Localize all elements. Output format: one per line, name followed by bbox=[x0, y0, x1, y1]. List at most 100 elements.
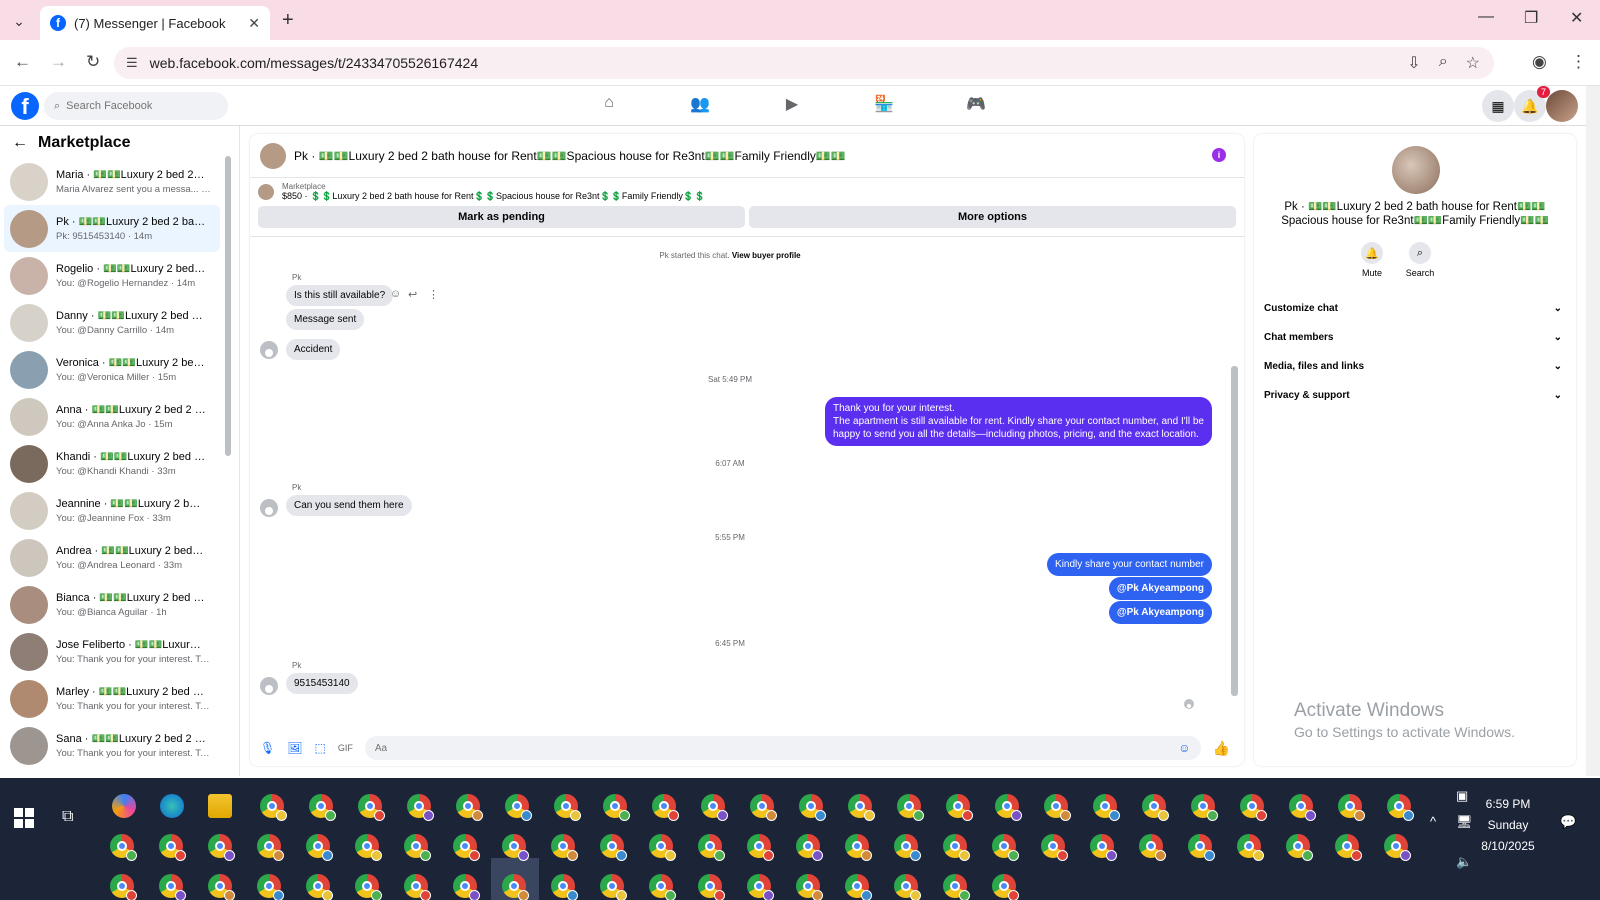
chrome-profile-taskbar-icon[interactable] bbox=[1338, 794, 1365, 821]
chrome-profile-taskbar-icon[interactable] bbox=[796, 874, 823, 900]
chrome-profile-taskbar-icon[interactable] bbox=[1286, 834, 1313, 861]
notifications-bell-icon[interactable]: 🔔 7 bbox=[1514, 86, 1550, 122]
chrome-profile-taskbar-icon[interactable] bbox=[1041, 834, 1068, 861]
chrome-profile-taskbar-icon[interactable] bbox=[260, 794, 287, 821]
panel-menu-item[interactable]: Chat members ⌄ bbox=[1264, 323, 1570, 352]
chrome-profile-taskbar-icon[interactable] bbox=[1093, 794, 1120, 821]
conversation-item[interactable]: Sana · 💵💵Luxury 2 bed 2 bat... You: Than… bbox=[4, 722, 220, 769]
back-icon[interactable]: ← bbox=[14, 52, 31, 72]
chrome-profile-taskbar-icon[interactable] bbox=[551, 874, 578, 900]
incoming-message[interactable]: Accident bbox=[286, 339, 341, 360]
chrome-profile-taskbar-icon[interactable] bbox=[992, 834, 1019, 861]
site-info-icon[interactable]: ☰ bbox=[126, 55, 138, 71]
chrome-profile-taskbar-icon[interactable] bbox=[750, 794, 777, 821]
back-arrow-icon[interactable]: ← bbox=[12, 134, 28, 152]
conversation-item[interactable]: Pk · 💵💵Luxury 2 bed 2 bath ... Pk: 95154… bbox=[4, 205, 220, 252]
chrome-profile-taskbar-icon[interactable] bbox=[701, 794, 728, 821]
search-icon[interactable]: ⌕ bbox=[1409, 242, 1431, 264]
start-windows-icon[interactable] bbox=[14, 808, 34, 828]
system-clock[interactable]: 6:59 PM Sunday 8/10/2025 bbox=[1468, 794, 1548, 857]
reply-icon[interactable]: ↩ bbox=[408, 288, 417, 301]
chrome-profile-taskbar-icon[interactable] bbox=[1387, 794, 1414, 821]
panel-menu-item[interactable]: Customize chat ⌄ bbox=[1264, 294, 1570, 323]
chrome-profile-taskbar-icon[interactable] bbox=[600, 834, 627, 861]
conversation-item[interactable]: Rogelio · 💵💵Luxury 2 bed 2 ... You: @Rog… bbox=[4, 252, 220, 299]
outgoing-message[interactable]: Thank you for your interest. The apartme… bbox=[825, 397, 1212, 446]
chrome-profile-taskbar-icon[interactable] bbox=[1237, 834, 1264, 861]
minimize-icon[interactable]: — bbox=[1478, 8, 1494, 26]
chrome-profile-taskbar-icon[interactable] bbox=[943, 874, 970, 900]
browser-menu-icon[interactable]: ⋮ bbox=[1570, 52, 1587, 72]
account-avatar[interactable] bbox=[1546, 90, 1578, 122]
chrome-profile-taskbar-icon[interactable] bbox=[1090, 834, 1117, 861]
chrome-profile-taskbar-icon[interactable] bbox=[1335, 834, 1362, 861]
chrome-profile-taskbar-icon[interactable] bbox=[257, 874, 284, 900]
chrome-profile-taskbar-icon[interactable] bbox=[1188, 834, 1215, 861]
chrome-profile-taskbar-icon[interactable] bbox=[848, 794, 875, 821]
conversation-item[interactable]: Andrea · 💵💵Luxury 2 bed 2 b... You: @And… bbox=[4, 534, 220, 581]
outgoing-message[interactable]: @Pk Akyeampong bbox=[1108, 577, 1212, 600]
chat-scroll-thumb[interactable] bbox=[1231, 366, 1238, 696]
chrome-profile-taskbar-icon[interactable] bbox=[943, 834, 970, 861]
reload-icon[interactable]: ↻ bbox=[86, 52, 100, 72]
menu-grid-icon[interactable]: ▦ bbox=[1482, 90, 1514, 122]
chrome-profile-taskbar-icon[interactable] bbox=[456, 794, 483, 821]
conversation-item[interactable]: Khandi · 💵💵Luxury 2 bed 2 b... You: @Kha… bbox=[4, 440, 220, 487]
thumbs-up-icon[interactable]: 👍 bbox=[1213, 740, 1230, 757]
new-tab-icon[interactable]: + bbox=[282, 9, 294, 32]
conversation-item[interactable]: Marley · 💵💵Luxury 2 bed 2 b... You: Than… bbox=[4, 675, 220, 722]
incoming-message[interactable]: 9515453140 bbox=[286, 673, 358, 694]
facebook-search[interactable]: ⌕ bbox=[44, 92, 228, 120]
chrome-profile-taskbar-icon[interactable] bbox=[1142, 794, 1169, 821]
listing-thumbnail[interactable] bbox=[258, 184, 274, 200]
chrome-profile-taskbar-icon[interactable] bbox=[603, 794, 630, 821]
chat-avatar[interactable] bbox=[260, 142, 286, 169]
incoming-message[interactable]: Message sent bbox=[286, 309, 365, 330]
restore-icon[interactable]: ❐ bbox=[1524, 8, 1538, 28]
chrome-profile-taskbar-icon[interactable] bbox=[652, 794, 679, 821]
page-scrollbar[interactable] bbox=[1586, 86, 1600, 776]
bell-icon[interactable]: 🔔 bbox=[1361, 242, 1383, 264]
conversation-item[interactable]: Maria · 💵💵Luxury 2 bed 2 ba... Maria Alv… bbox=[4, 158, 220, 205]
chrome-profile-taskbar-icon[interactable] bbox=[747, 834, 774, 861]
chrome-profile-taskbar-icon[interactable] bbox=[404, 874, 431, 900]
home-icon[interactable]: ⌂ bbox=[595, 94, 623, 112]
chrome-profile-taskbar-icon[interactable] bbox=[1289, 794, 1316, 821]
facebook-logo-icon[interactable]: f bbox=[11, 92, 39, 120]
info-icon[interactable]: i bbox=[1212, 148, 1226, 162]
chrome-profile-taskbar-icon[interactable] bbox=[159, 834, 186, 861]
mute-action[interactable]: 🔔 Mute bbox=[1352, 242, 1392, 278]
chrome-profile-taskbar-icon[interactable] bbox=[502, 874, 529, 900]
chrome-profile-taskbar-icon[interactable] bbox=[502, 834, 529, 861]
chrome-profile-taskbar-icon[interactable] bbox=[309, 794, 336, 821]
more-icon[interactable]: ⋮ bbox=[428, 288, 439, 301]
chrome-profile-taskbar-icon[interactable] bbox=[551, 834, 578, 861]
url-text[interactable]: web.facebook.com/messages/t/243347055261… bbox=[150, 55, 478, 71]
incoming-message[interactable]: Can you send them here bbox=[286, 495, 412, 516]
chrome-profile-taskbar-icon[interactable] bbox=[453, 834, 480, 861]
chrome-profile-taskbar-icon[interactable] bbox=[799, 794, 826, 821]
chrome-profile-taskbar-icon[interactable] bbox=[1044, 794, 1071, 821]
search-action[interactable]: ⌕ Search bbox=[1400, 242, 1440, 278]
meet-now-icon[interactable]: ▣ bbox=[1456, 788, 1468, 804]
chrome-profile-taskbar-icon[interactable] bbox=[995, 794, 1022, 821]
outgoing-message[interactable]: @Pk Akyeampong bbox=[1108, 601, 1212, 624]
close-window-icon[interactable]: ✕ bbox=[1570, 8, 1583, 28]
conversation-avatar[interactable] bbox=[1392, 146, 1440, 194]
browser-tab[interactable]: f (7) Messenger | Facebook ✕ bbox=[40, 6, 270, 40]
chrome-profile-taskbar-icon[interactable] bbox=[747, 874, 774, 900]
facebook-search-input[interactable] bbox=[66, 100, 207, 112]
chrome-profile-taskbar-icon[interactable] bbox=[404, 834, 431, 861]
chrome-profile-taskbar-icon[interactable] bbox=[796, 834, 823, 861]
video-icon[interactable]: ▶ bbox=[778, 94, 806, 114]
chrome-profile-taskbar-icon[interactable] bbox=[355, 834, 382, 861]
chrome-profile-taskbar-icon[interactable] bbox=[208, 834, 235, 861]
zoom-icon[interactable]: ⌕ bbox=[1439, 53, 1448, 73]
bookmark-star-icon[interactable]: ☆ bbox=[1466, 53, 1480, 73]
conversation-item[interactable]: Anna · 💵💵Luxury 2 bed 2 bat... You: @Ann… bbox=[4, 393, 220, 440]
gaming-icon[interactable]: 🎮 bbox=[962, 94, 990, 114]
file-explorer-icon[interactable] bbox=[208, 794, 232, 818]
chrome-profile-taskbar-icon[interactable] bbox=[355, 874, 382, 900]
outgoing-message[interactable]: Kindly share your contact number bbox=[1047, 553, 1212, 576]
friends-icon[interactable]: 👥 bbox=[686, 94, 714, 114]
